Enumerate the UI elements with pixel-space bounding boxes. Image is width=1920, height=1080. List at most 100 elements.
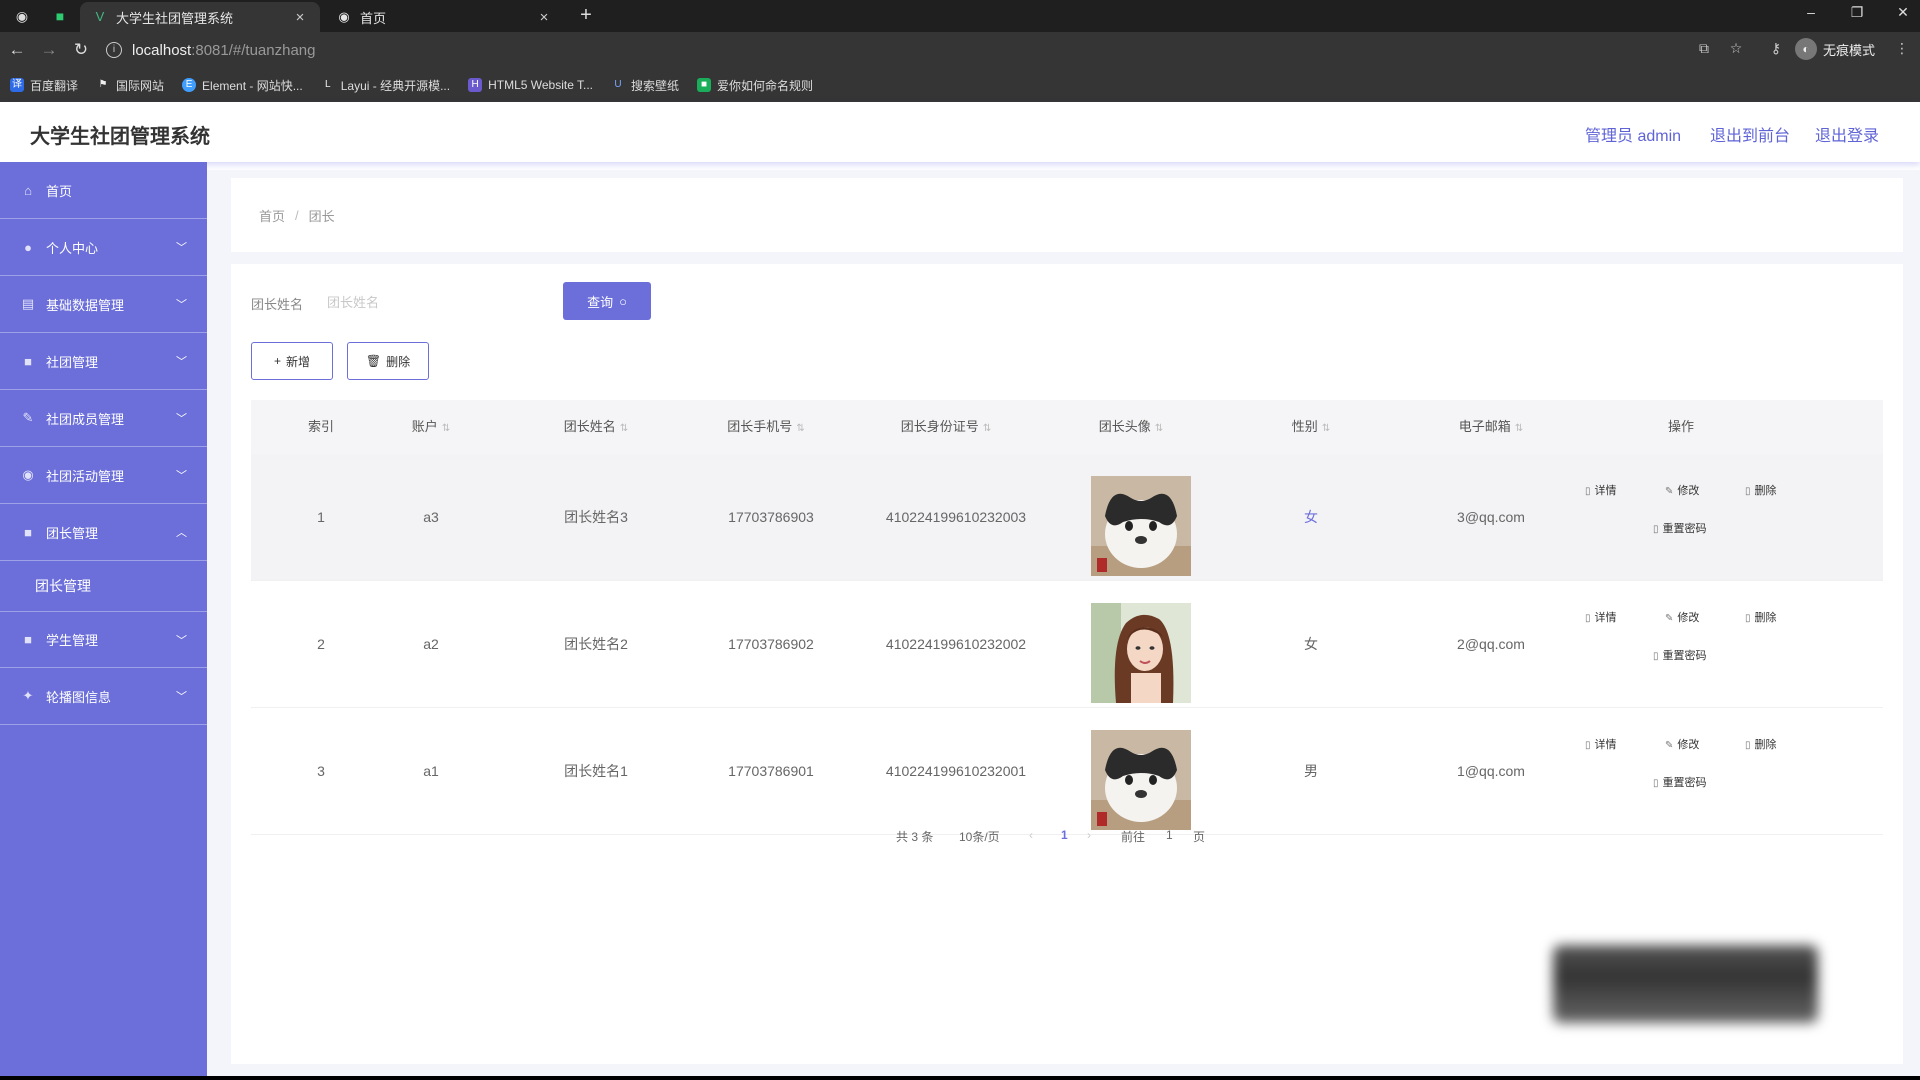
cell-account: a3 xyxy=(423,509,439,525)
table-row[interactable]: 2 a2 团长姓名2 17703786902 41022419961023200… xyxy=(251,581,1883,708)
delete-button[interactable]: ▯ 删除 xyxy=(1745,736,1777,752)
pager-total: 共 3 条 xyxy=(896,830,934,844)
search-icon: ○ xyxy=(619,293,627,309)
bookmark[interactable]: U 搜索壁纸 xyxy=(611,77,679,94)
bookmark[interactable]: ■ 爱你如何命名规则 xyxy=(697,77,813,94)
edit-button[interactable]: ✎ 修改 xyxy=(1665,482,1699,498)
window-close-icon[interactable]: ✕ xyxy=(1888,4,1918,21)
sort-icon[interactable]: ⇅ xyxy=(1155,423,1163,434)
sort-icon[interactable]: ⇅ xyxy=(1322,423,1330,434)
minimize-icon[interactable]: – xyxy=(1796,4,1826,20)
bookmark[interactable]: H HTML5 Website T... xyxy=(468,78,593,92)
sidebar-item-club[interactable]: ■ 社团管理 ﹀ xyxy=(0,333,207,390)
breadcrumb-home[interactable]: 首页 xyxy=(259,206,285,225)
sidebar-item-label: 轮播图信息 xyxy=(46,689,112,705)
table-row[interactable]: 1 a3 团长姓名3 17703786903 41022419961023200… xyxy=(251,454,1883,581)
sidebar-item-leader[interactable]: ■ 团长管理 ︿ xyxy=(0,504,207,561)
bookmark[interactable]: ⚑ 国际网站 xyxy=(96,77,165,94)
th-gender[interactable]: 性别 ⇅ xyxy=(1271,400,1351,454)
sidebar-item-activity[interactable]: ◉ 社团活动管理 ﹀ xyxy=(0,447,207,504)
content-area: 首页 / 团长 团长姓名 查询 ○ + 新增 🗑 删除 索引 账户⇅ xyxy=(207,170,1920,1080)
th-name[interactable]: 团长姓名 ⇅ xyxy=(541,400,651,454)
sidebar-item-label: 首页 xyxy=(46,183,73,199)
table-row[interactable]: 3 a1 团长姓名1 17703786901 41022419961023200… xyxy=(251,708,1883,835)
delete-button[interactable]: ▯ 删除 xyxy=(1745,482,1777,498)
forward-icon[interactable]: → xyxy=(38,39,60,61)
sidebar-item-label: 社团活动管理 xyxy=(46,468,125,484)
sidebar-subitem-leader[interactable]: 团长管理 xyxy=(0,561,207,611)
incognito-profile[interactable]: ◐ 无痕模式 xyxy=(1795,38,1875,60)
translate-icon[interactable]: ⧉ xyxy=(1694,40,1714,57)
detail-button[interactable]: ▯ 详情 xyxy=(1585,736,1617,752)
star-icon[interactable]: ☆ xyxy=(1726,40,1746,57)
add-button[interactable]: + 新增 xyxy=(251,342,333,380)
logout-link[interactable]: 退出登录 xyxy=(1815,122,1879,146)
sort-icon[interactable]: ⇅ xyxy=(620,423,628,434)
sort-icon[interactable]: ⇅ xyxy=(796,423,804,434)
prev-page-icon[interactable]: ‹ xyxy=(1029,828,1033,842)
sort-icon[interactable]: ⇅ xyxy=(442,423,450,434)
more-icon[interactable]: ⋮ xyxy=(1892,40,1912,57)
th-email[interactable]: 电子邮箱 ⇅ xyxy=(1436,400,1546,454)
search-input[interactable] xyxy=(327,286,507,318)
edit-button[interactable]: ✎ 修改 xyxy=(1665,736,1699,752)
sidebar-item-carousel[interactable]: ✦ 轮播图信息 ﹀ xyxy=(0,668,207,725)
student-icon: ■ xyxy=(24,632,32,647)
vue-icon: V xyxy=(95,9,105,24)
doc-icon: ▯ xyxy=(1653,524,1659,535)
sidebar: ⌂ 首页 ● 个人中心 ﹀ ▤ 基础数据管理 ﹀ ■ 社团管理 ﹀ ✎ 社团成员… xyxy=(0,162,207,1080)
avatar-dog xyxy=(1091,730,1191,830)
sidebar-item-label: 社团管理 xyxy=(46,354,99,370)
sidebar-item-basedata[interactable]: ▤ 基础数据管理 ﹀ xyxy=(0,276,207,333)
bookmarks-bar: 译百度翻译 ⚑ 国际网站 E Element - 网站快... L Layui - 经… xyxy=(0,68,1920,102)
pager-page-suffix: 页 xyxy=(1193,830,1206,844)
close-icon[interactable]: × xyxy=(536,9,552,26)
members-icon: ✎ xyxy=(22,410,34,425)
sidebar-item-members[interactable]: ✎ 社团成员管理 ﹀ xyxy=(0,390,207,447)
back-to-front-link[interactable]: 退出到前台 xyxy=(1710,122,1790,146)
th-avatar[interactable]: 团长头像 ⇅ xyxy=(1076,400,1186,454)
edit-button[interactable]: ✎ 修改 xyxy=(1665,609,1699,625)
breadcrumb-current: 团长 xyxy=(308,208,335,224)
sort-icon[interactable]: ⇅ xyxy=(1515,423,1523,434)
reload-icon[interactable]: ↻ xyxy=(70,39,92,61)
pager-goto-input[interactable]: 1 xyxy=(1166,828,1173,842)
bookmark[interactable]: 译百度翻译 xyxy=(10,77,78,94)
key-icon[interactable]: ⚷ xyxy=(1766,40,1786,57)
delete-button[interactable]: ▯ 删除 xyxy=(1745,609,1777,625)
bookmark[interactable]: L Layui - 经典开源模... xyxy=(321,77,450,94)
sidebar-item-profile[interactable]: ● 个人中心 ﹀ xyxy=(0,219,207,276)
url-field[interactable]: i localhost :8081/#/tuanzhang xyxy=(106,36,1686,64)
th-account[interactable]: 账户 ⇅ xyxy=(391,400,471,454)
tab-active[interactable]: V 大学生社团管理系统 × xyxy=(80,2,320,32)
new-tab-icon[interactable]: + xyxy=(574,4,598,27)
reset-password-button[interactable]: ▯ 重置密码 xyxy=(1653,520,1707,536)
browser-menu-icon[interactable]: ◉ xyxy=(12,6,32,26)
tab-search-icon[interactable]: ■ xyxy=(50,6,70,26)
chevron-down-icon: ﹀ xyxy=(176,413,187,425)
sidebar-item-home[interactable]: ⌂ 首页 xyxy=(0,162,207,219)
next-page-icon[interactable]: › xyxy=(1087,828,1091,842)
th-phone[interactable]: 团长手机号 ⇅ xyxy=(706,400,826,454)
search-button[interactable]: 查询 ○ xyxy=(563,282,651,320)
reset-password-button[interactable]: ▯ 重置密码 xyxy=(1653,774,1707,790)
detail-button[interactable]: ▯ 详情 xyxy=(1585,609,1617,625)
trash-icon: ▯ xyxy=(1745,613,1751,624)
close-icon[interactable]: × xyxy=(292,9,308,26)
sidebar-item-label: 个人中心 xyxy=(46,240,99,256)
back-icon[interactable]: ← xyxy=(6,39,28,61)
detail-button[interactable]: ▯ 详情 xyxy=(1585,482,1617,498)
pager-current[interactable]: 1 xyxy=(1061,828,1068,842)
sidebar-item-label: 团长管理 xyxy=(46,525,99,541)
naming-icon: ■ xyxy=(697,78,712,92)
sort-icon[interactable]: ⇅ xyxy=(983,423,991,434)
tab-home[interactable]: ◉ 首页 × xyxy=(324,2,564,32)
restore-icon[interactable]: ❐ xyxy=(1842,4,1872,21)
reset-password-button[interactable]: ▯ 重置密码 xyxy=(1653,647,1707,663)
pager-size-select[interactable]: 10条/页 xyxy=(959,828,1000,845)
sidebar-item-student[interactable]: ■ 学生管理 ﹀ xyxy=(0,611,207,668)
th-idcard[interactable]: 团长身份证号 ⇅ xyxy=(876,400,1016,454)
info-icon[interactable]: i xyxy=(106,42,122,58)
batch-delete-button[interactable]: 🗑 删除 xyxy=(347,342,429,380)
bookmark[interactable]: E Element - 网站快... xyxy=(182,77,303,94)
